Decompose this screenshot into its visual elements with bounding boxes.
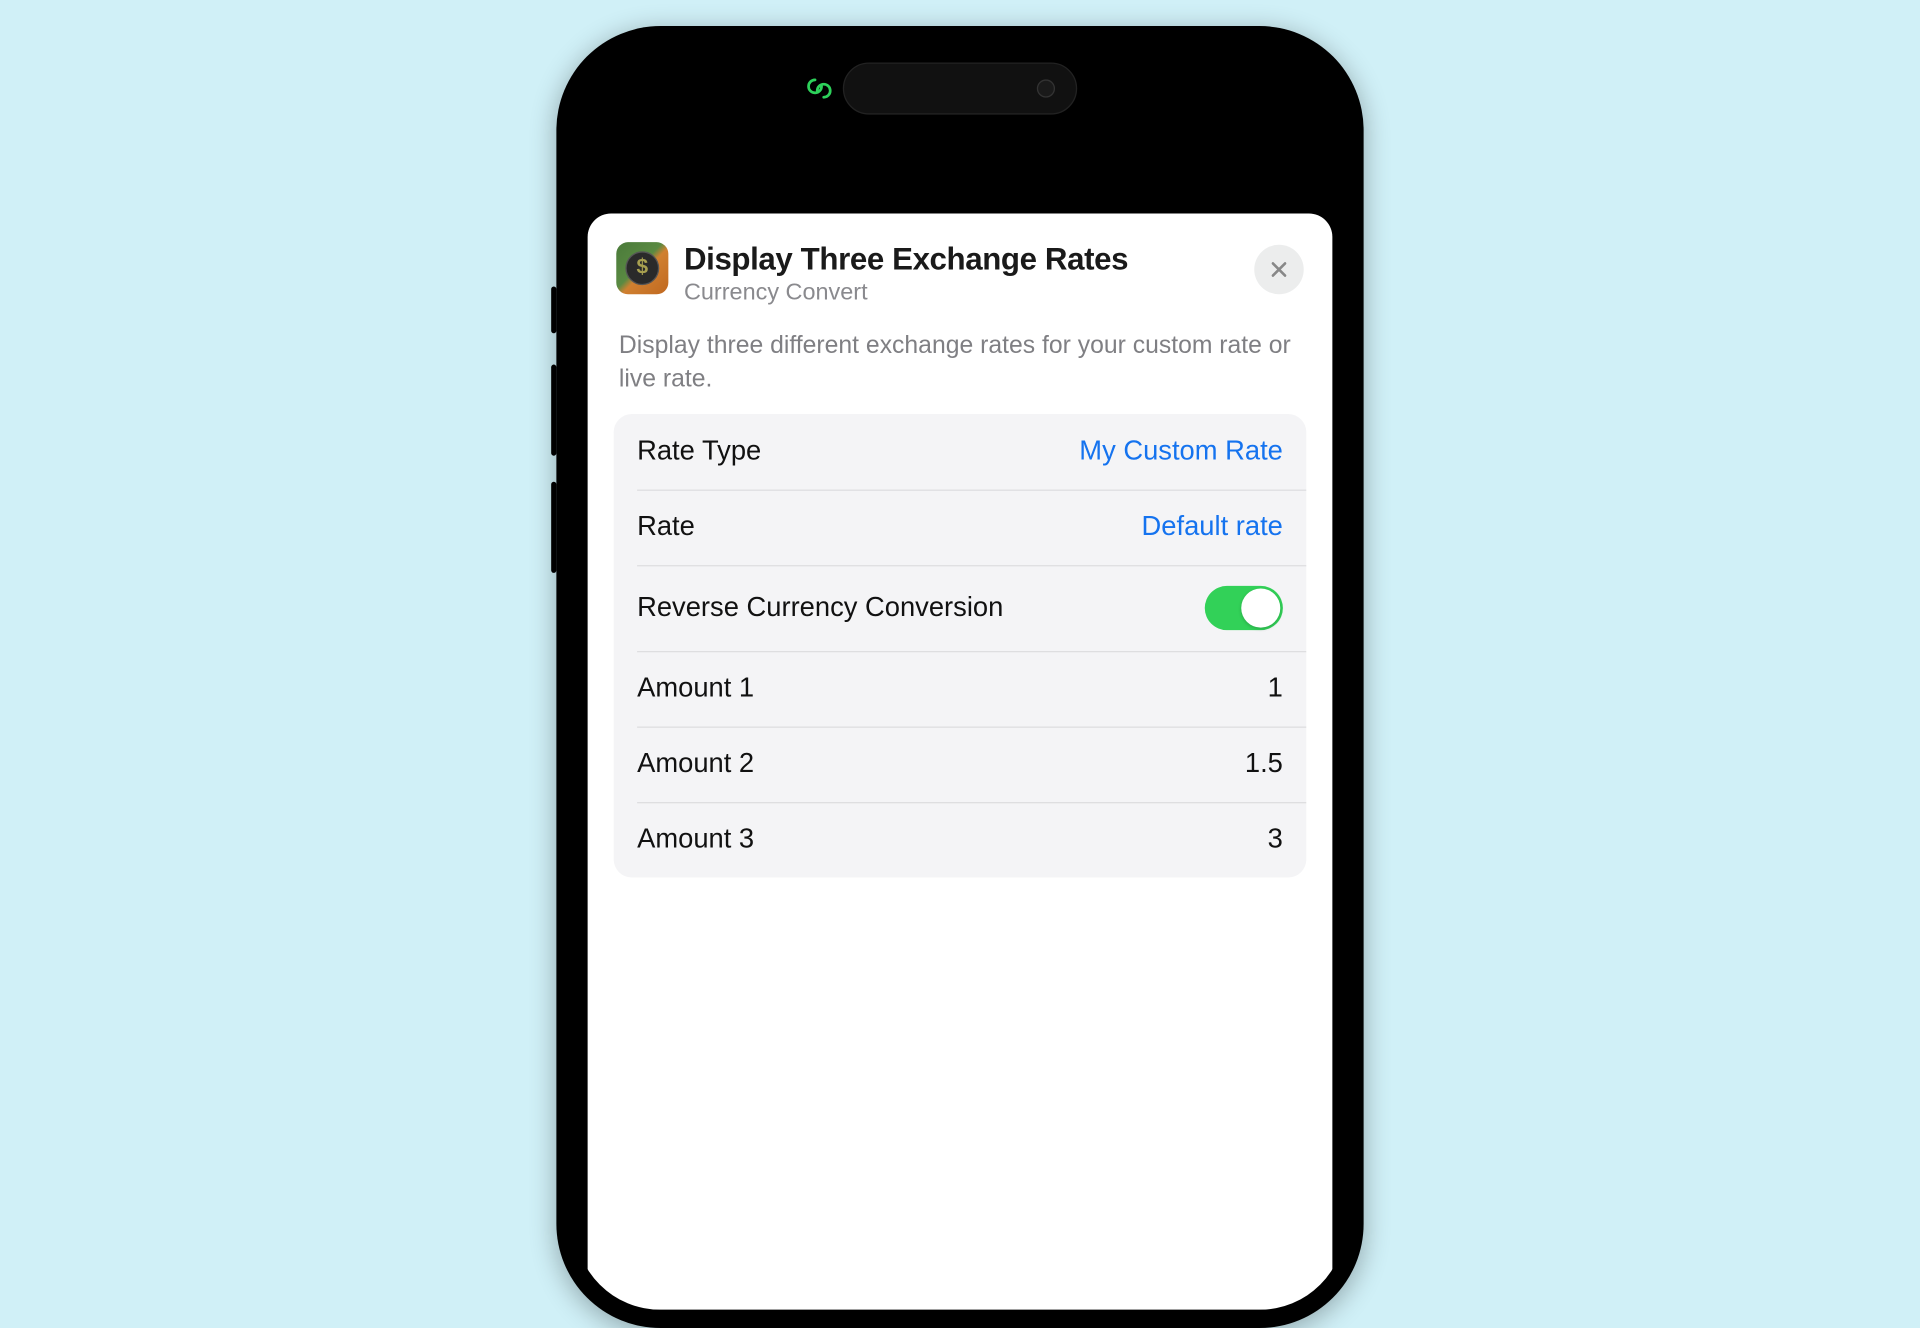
row-value: My Custom Rate — [1079, 437, 1283, 468]
row-value: 1 — [1268, 674, 1283, 705]
reverse-toggle[interactable] — [1205, 586, 1283, 630]
activity-icon — [805, 74, 834, 103]
row-value: Default rate — [1142, 512, 1283, 543]
settings-list: Rate Type My Custom Rate Rate Default ra… — [614, 414, 1307, 878]
row-label: Rate Type — [637, 437, 761, 468]
row-value: 1.5 — [1245, 749, 1283, 780]
row-amount-2[interactable]: Amount 2 1.5 — [614, 727, 1307, 803]
app-icon — [616, 242, 668, 294]
camera-dot — [1037, 79, 1055, 97]
row-label: Rate — [637, 512, 695, 543]
sheet-description: Display three different exchange rates f… — [588, 306, 1333, 414]
row-rate-type[interactable]: Rate Type My Custom Rate — [614, 414, 1307, 490]
row-label: Reverse Currency Conversion — [637, 593, 1003, 624]
sheet-title: Display Three Exchange Rates — [684, 242, 1254, 278]
close-icon — [1269, 259, 1290, 280]
row-amount-1[interactable]: Amount 1 1 — [614, 651, 1307, 727]
dynamic-island — [804, 62, 1116, 114]
row-label: Amount 1 — [637, 674, 754, 705]
close-button[interactable] — [1254, 245, 1303, 294]
row-reverse-conversion: Reverse Currency Conversion — [614, 565, 1307, 651]
row-label: Amount 3 — [637, 825, 754, 856]
phone-screen: Display Three Exchange Rates Currency Co… — [575, 44, 1346, 1310]
phone-frame: Display Three Exchange Rates Currency Co… — [556, 26, 1363, 1328]
sheet-subtitle: Currency Convert — [684, 279, 1254, 306]
action-sheet: Display Three Exchange Rates Currency Co… — [588, 214, 1333, 1310]
row-rate[interactable]: Rate Default rate — [614, 490, 1307, 566]
row-label: Amount 2 — [637, 749, 754, 780]
row-amount-3[interactable]: Amount 3 3 — [614, 802, 1307, 878]
row-value: 3 — [1268, 825, 1283, 856]
